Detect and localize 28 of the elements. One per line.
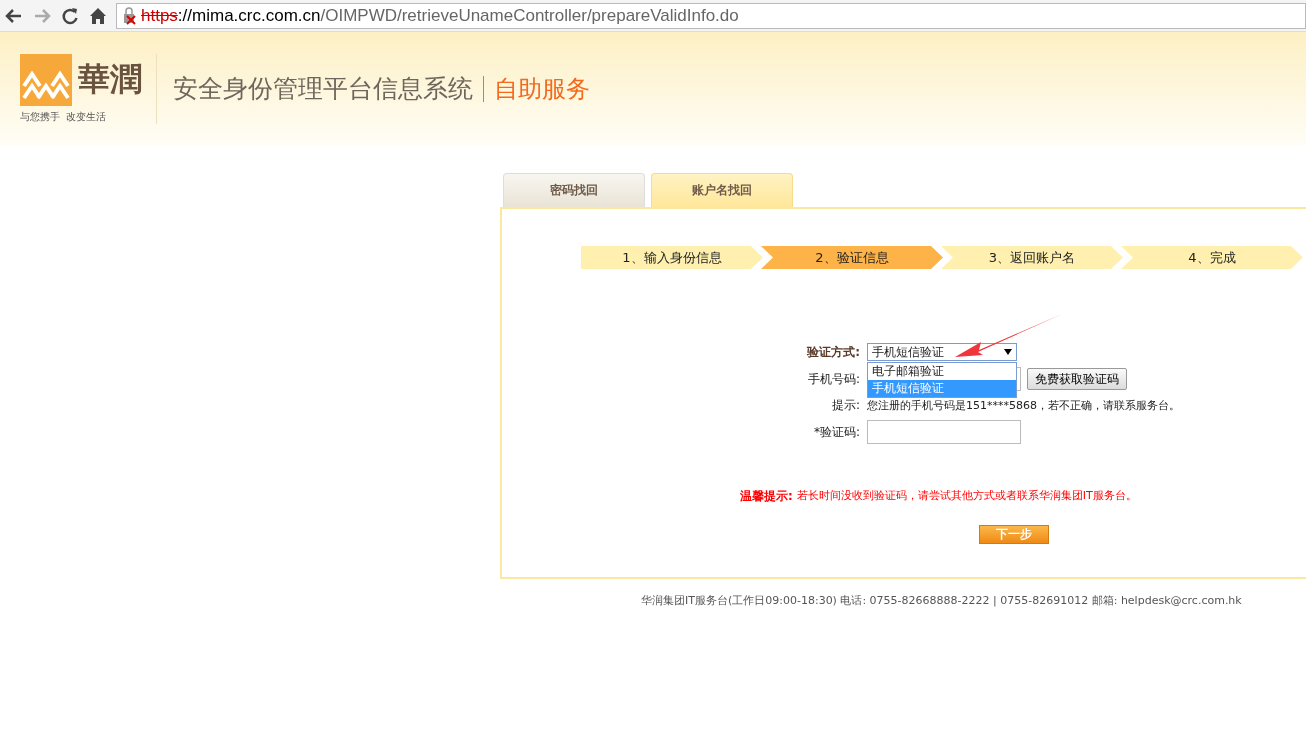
dropdown-option[interactable]: 电子邮箱验证 xyxy=(868,363,1016,380)
warning-text: 若长时间没收到验证码，请尝试其他方式或者联系华润集团IT服务台。 xyxy=(796,488,1137,504)
hint-text: 您注册的手机号码是151****5868，若不正确，请联系服务台。 xyxy=(867,398,1181,413)
field-label: *验证码: xyxy=(812,423,860,441)
field-label: 验证方式: xyxy=(805,343,860,361)
home-icon[interactable] xyxy=(88,5,108,26)
field-label: 手机号码: xyxy=(806,370,860,388)
footer-text: 华润集团IT服务台(工作日09:00-18:30) 电话: 0755-82668888-2222 | 0755-82691012 邮箱: helpdesk@crc.com.hk xyxy=(641,593,1243,608)
logo-icon xyxy=(20,53,72,106)
field-label: 提示: xyxy=(830,397,860,414)
code-input-field[interactable] xyxy=(867,420,1021,444)
method-select[interactable]: 手机短信验证 xyxy=(867,343,1017,361)
logo-text: 華潤 xyxy=(77,58,143,100)
tab[interactable]: 密码找回 xyxy=(503,173,645,207)
reload-icon[interactable] xyxy=(60,5,80,26)
dropdown-arrow-icon xyxy=(1004,349,1012,355)
progress-step: 2、验证信息 xyxy=(761,246,943,269)
service-title: 自助服务 xyxy=(494,73,590,105)
logo-slogan: 与您携手 改变生活 xyxy=(20,109,108,124)
progress-step: 3、返回账户名 xyxy=(941,246,1123,269)
address-bar[interactable]: https://mima.crc.com.cn/OIMPWD/retrieveUnameController/prepareValidInfo.do xyxy=(116,2,1306,29)
progress-step: 1、输入身份信息 xyxy=(581,246,763,269)
tab[interactable]: 账户名找回 xyxy=(651,173,793,207)
insecure-lock-icon xyxy=(121,6,139,25)
warning-label: 温馨提示: xyxy=(740,488,793,505)
get-code-button[interactable]: 免费获取验证码 xyxy=(1027,368,1127,390)
system-title: 安全身份管理平台信息系统 xyxy=(173,73,473,105)
progress-step: 4、完成 xyxy=(1121,246,1303,269)
